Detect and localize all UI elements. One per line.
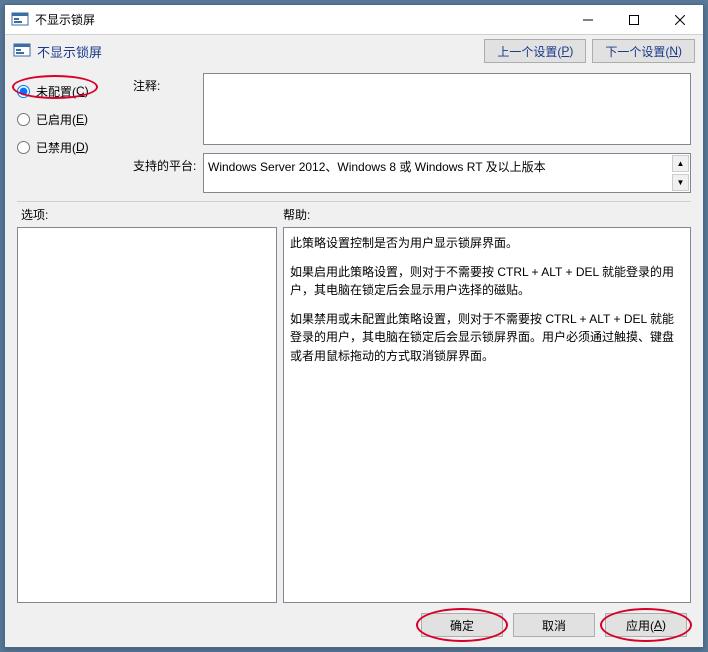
radio-enabled-input[interactable] (17, 113, 30, 126)
comment-label: 注释: (133, 73, 197, 94)
scroll-down-button[interactable]: ▼ (672, 174, 689, 191)
comment-input[interactable] (203, 73, 691, 145)
minimize-icon (583, 15, 593, 25)
radio-disabled-input[interactable] (17, 141, 30, 154)
next-setting-button[interactable]: 下一个设置(N) (592, 39, 695, 63)
help-box: 此策略设置控制是否为用户显示锁屏界面。 如果启用此策略设置，则对于不需要按 CT… (283, 227, 691, 603)
cancel-button[interactable]: 取消 (513, 613, 595, 637)
scroll-up-button[interactable]: ▲ (672, 155, 689, 172)
close-button[interactable] (657, 5, 703, 35)
ok-button[interactable]: 确定 (421, 613, 503, 637)
options-label: 选项: (21, 206, 283, 223)
platform-text: Windows Server 2012、Windows 8 或 Windows … (208, 160, 546, 174)
help-paragraph: 此策略设置控制是否为用户显示锁屏界面。 (290, 234, 684, 253)
section-labels: 选项: 帮助: (5, 202, 703, 227)
help-label: 帮助: (283, 206, 310, 223)
radio-disabled[interactable]: 已禁用(D) (17, 133, 127, 161)
policy-name: 不显示锁屏 (37, 42, 102, 61)
radio-enabled[interactable]: 已启用(E) (17, 105, 127, 133)
apply-button[interactable]: 应用(A) (605, 613, 687, 637)
maximize-button[interactable] (611, 5, 657, 35)
minimize-button[interactable] (565, 5, 611, 35)
lower-panel: 此策略设置控制是否为用户显示锁屏界面。 如果启用此策略设置，则对于不需要按 CT… (5, 227, 703, 603)
toolbar: 不显示锁屏 上一个设置(P) 下一个设置(N) (5, 35, 703, 67)
radio-not-configured-input[interactable] (17, 85, 30, 98)
help-paragraph: 如果启用此策略设置，则对于不需要按 CTRL + ALT + DEL 就能登录的… (290, 263, 684, 300)
help-paragraph: 如果禁用或未配置此策略设置，则对于不需要按 CTRL + ALT + DEL 就… (290, 310, 684, 366)
comment-row: 注释: (133, 73, 691, 145)
upper-panel: 未配置(C) 已启用(E) 已禁用(D) 注释: 支持的平台: Windows … (5, 67, 703, 193)
platform-label: 支持的平台: (133, 153, 197, 174)
radio-not-configured[interactable]: 未配置(C) (17, 77, 127, 105)
platform-row: 支持的平台: Windows Server 2012、Windows 8 或 W… (133, 153, 691, 193)
form-column: 注释: 支持的平台: Windows Server 2012、Windows 8… (133, 73, 691, 193)
chevron-up-icon: ▲ (677, 159, 685, 168)
chevron-down-icon: ▼ (677, 178, 685, 187)
titlebar: 不显示锁屏 (5, 5, 703, 35)
window-title: 不显示锁屏 (35, 11, 95, 28)
maximize-icon (629, 15, 639, 25)
state-radio-group: 未配置(C) 已启用(E) 已禁用(D) (17, 73, 127, 193)
options-box (17, 227, 277, 603)
prev-setting-button[interactable]: 上一个设置(P) (484, 39, 586, 63)
app-icon (11, 11, 29, 29)
footer: 确定 取消 应用(A) (5, 603, 703, 647)
platform-box: Windows Server 2012、Windows 8 或 Windows … (203, 153, 691, 193)
close-icon (675, 15, 685, 25)
dialog-window: 不显示锁屏 不显示锁屏 上一个设置(P) 下一个设置(N) (4, 4, 704, 648)
policy-icon (13, 42, 31, 60)
